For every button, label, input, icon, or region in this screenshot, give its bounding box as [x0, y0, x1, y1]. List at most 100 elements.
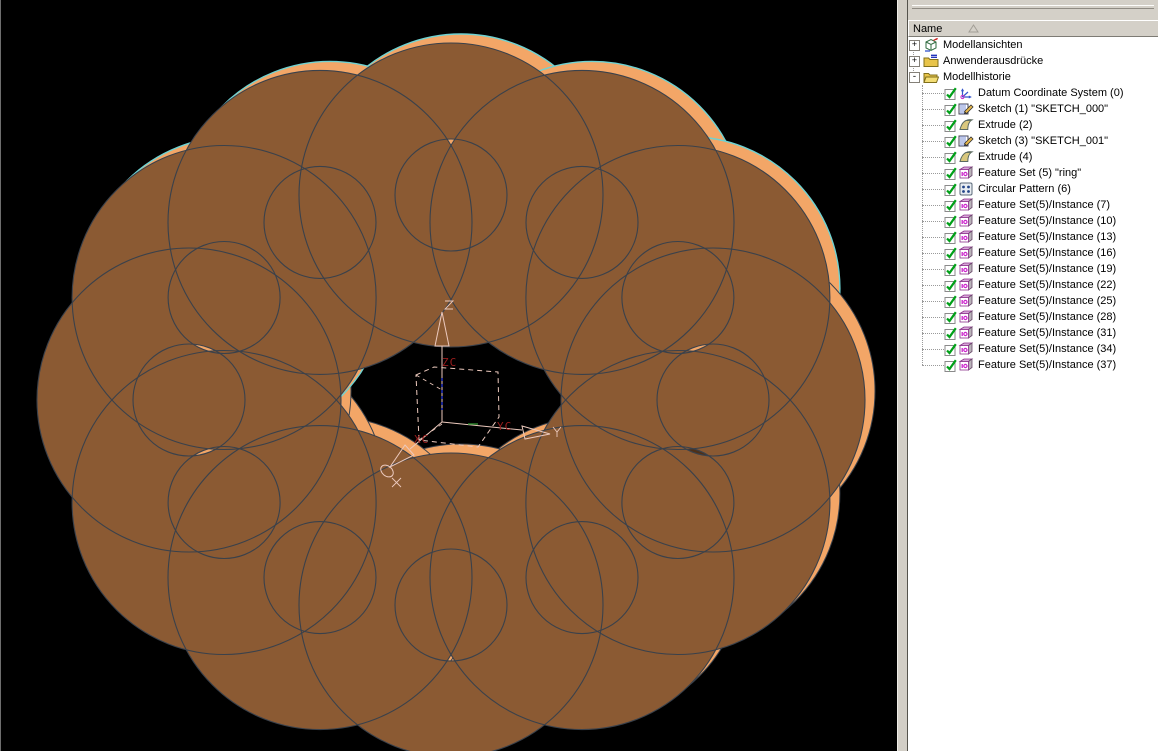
feature-checkbox[interactable]	[944, 199, 957, 212]
zc-axis-label: ZC	[442, 356, 457, 369]
tree-item-label: Modellhistorie	[943, 71, 1011, 83]
tree-item-label: Feature Set(5)/Instance (31)	[978, 327, 1117, 339]
tree-row[interactable]: Feature Set(5)/Instance (10)	[908, 213, 1158, 229]
tree-item-label: Modellansichten	[943, 39, 1023, 51]
instance-icon	[958, 229, 974, 245]
yc-axis-label: YC	[497, 420, 512, 433]
expressions-folder-icon	[923, 53, 939, 69]
feature-tree: + Modellansichten + Anwenderausdrücke - Model…	[908, 37, 1158, 751]
instance-icon	[958, 197, 974, 213]
tree-row[interactable]: Datum Coordinate System (0)	[908, 85, 1158, 101]
column-header-label: Name	[913, 22, 943, 35]
feature-set-icon	[958, 165, 974, 181]
instance-icon	[958, 341, 974, 357]
graphics-window[interactable]: ZC YC XC	[0, 0, 897, 751]
tree-row[interactable]: Feature Set(5)/Instance (37)	[908, 357, 1158, 373]
tree-row[interactable]: Feature Set(5)/Instance (31)	[908, 325, 1158, 341]
tree-row[interactable]: + Anwenderausdrücke	[908, 53, 1158, 69]
extrude-icon	[958, 117, 974, 133]
csys-icon	[958, 85, 974, 101]
feature-checkbox[interactable]	[944, 295, 957, 308]
tree-connector-stub	[922, 300, 944, 302]
tree-row[interactable]: Feature Set(5)/Instance (16)	[908, 245, 1158, 261]
tree-row[interactable]: Feature Set(5)/Instance (13)	[908, 229, 1158, 245]
instance-icon	[958, 213, 974, 229]
tree-connector-stub	[922, 316, 944, 318]
tree-row[interactable]: Feature Set(5)/Instance (28)	[908, 309, 1158, 325]
expand-toggle[interactable]: +	[909, 39, 920, 51]
panel-top-strip	[908, 0, 1158, 20]
tree-item-label: Feature Set(5)/Instance (34)	[978, 343, 1117, 355]
tree-row[interactable]: Extrude (2)	[908, 117, 1158, 133]
tree-row[interactable]: Feature Set(5)/Instance (19)	[908, 261, 1158, 277]
tree-connector-stub	[922, 204, 944, 206]
open-folder-icon	[923, 69, 939, 85]
circular-pattern-icon	[958, 181, 974, 197]
feature-checkbox[interactable]	[944, 103, 957, 116]
tree-connector-stub	[922, 172, 944, 174]
tree-item-label: Feature Set(5)/Instance (10)	[978, 215, 1117, 227]
instance-icon	[958, 277, 974, 293]
tree-item-label: Extrude (2)	[978, 119, 1033, 131]
instance-icon	[958, 245, 974, 261]
feature-checkbox[interactable]	[944, 279, 957, 292]
extrude-icon	[958, 149, 974, 165]
tree-row[interactable]: Extrude (4)	[908, 149, 1158, 165]
tree-connector-stub	[922, 220, 944, 222]
tree-row[interactable]: Feature Set(5)/Instance (25)	[908, 293, 1158, 309]
feature-checkbox[interactable]	[944, 327, 957, 340]
feature-checkbox[interactable]	[944, 311, 957, 324]
feature-checkbox[interactable]	[944, 231, 957, 244]
tree-connector-stub	[922, 332, 944, 334]
xc-axis-label: XC	[414, 433, 429, 446]
tree-row[interactable]: Sketch (3) "SKETCH_001"	[908, 133, 1158, 149]
feature-checkbox[interactable]	[944, 183, 957, 196]
feature-checkbox[interactable]	[944, 151, 957, 164]
instance-icon	[958, 325, 974, 341]
tree-row[interactable]: Feature Set(5)/Instance (7)	[908, 197, 1158, 213]
feature-checkbox[interactable]	[944, 359, 957, 372]
feature-checkbox[interactable]	[944, 87, 957, 100]
collapse-toggle[interactable]: -	[909, 71, 920, 83]
tree-item-label: Datum Coordinate System (0)	[978, 87, 1124, 99]
tree-row[interactable]: + Modellansichten	[908, 37, 1158, 53]
tree-item-label: Feature Set(5)/Instance (25)	[978, 295, 1117, 307]
tree-row[interactable]: Feature Set(5)/Instance (22)	[908, 277, 1158, 293]
feature-checkbox[interactable]	[944, 167, 957, 180]
sketch-icon	[958, 101, 974, 117]
column-header-name[interactable]: Name	[908, 20, 1158, 37]
expand-toggle[interactable]: +	[909, 55, 920, 67]
tree-row[interactable]: - Modellhistorie	[908, 69, 1158, 85]
tree-row[interactable]: Feature Set (5) "ring"	[908, 165, 1158, 181]
feature-checkbox[interactable]	[944, 215, 957, 228]
splitter-grip[interactable]	[912, 5, 1154, 9]
tree-connector-stub	[922, 140, 944, 142]
tree-item-label: Circular Pattern (6)	[978, 183, 1071, 195]
feature-checkbox[interactable]	[944, 343, 957, 356]
feature-checkbox[interactable]	[944, 263, 957, 276]
model-views-icon	[923, 37, 939, 53]
tree-connector-stub	[922, 108, 944, 110]
tree-row[interactable]: Circular Pattern (6)	[908, 181, 1158, 197]
tree-item-label: Sketch (3) "SKETCH_001"	[978, 135, 1109, 147]
tree-item-label: Extrude (4)	[978, 151, 1033, 163]
tree-connector-stub	[922, 284, 944, 286]
tree-row[interactable]: Sketch (1) "SKETCH_000"	[908, 101, 1158, 117]
tree-connector-stub	[922, 188, 944, 190]
feature-checkbox[interactable]	[944, 119, 957, 132]
tree-connector-stub	[922, 236, 944, 238]
tree-item-label: Feature Set(5)/Instance (19)	[978, 263, 1117, 275]
tree-connector-stub	[922, 156, 944, 158]
tree-item-label: Sketch (1) "SKETCH_000"	[978, 103, 1109, 115]
part-navigator-panel: Name + Modellansichten + Anwenderausdrücke -…	[908, 0, 1158, 751]
tree-item-label: Feature Set(5)/Instance (28)	[978, 311, 1117, 323]
feature-checkbox[interactable]	[944, 247, 957, 260]
tree-connector-stub	[922, 364, 944, 366]
tree-item-label: Feature Set(5)/Instance (7)	[978, 199, 1111, 211]
feature-checkbox[interactable]	[944, 135, 957, 148]
tree-item-label: Feature Set(5)/Instance (16)	[978, 247, 1117, 259]
tree-connector-stub	[922, 252, 944, 254]
tree-row[interactable]: Feature Set(5)/Instance (34)	[908, 341, 1158, 357]
tree-connector-stub	[922, 268, 944, 270]
panel-splitter[interactable]	[897, 0, 908, 751]
